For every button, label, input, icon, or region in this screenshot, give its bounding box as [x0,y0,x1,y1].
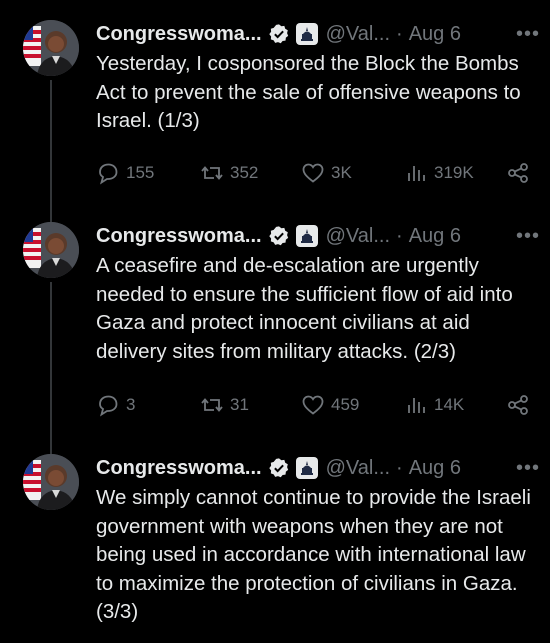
thread-connector [50,282,52,454]
thread-connector [50,80,52,222]
author-name[interactable]: Congresswoma... [96,225,262,248]
repost-count: 352 [230,163,259,182]
reply-count: 3 [126,395,136,414]
separator: · [396,224,403,247]
tweet-date[interactable]: Aug 6 [409,225,461,248]
verified-badge-icon [268,226,288,246]
author-name[interactable]: Congresswoma... [96,23,262,46]
more-icon[interactable]: ••• [516,225,540,248]
reply-count: 155 [126,163,155,182]
share-button[interactable] [506,161,530,185]
tweet-date[interactable]: Aug 6 [409,23,461,46]
more-icon[interactable]: ••• [516,23,540,46]
flag-icon [23,460,41,500]
author-handle[interactable]: @Val... [326,23,390,46]
tweet-header: Congresswoma... @Val... · Aug 6 ••• [96,454,540,482]
share-button[interactable] [506,393,530,417]
tweet-actions: 3 31 459 14K [96,393,532,419]
more-icon[interactable]: ••• [516,457,540,480]
government-affiliation-icon [295,23,318,45]
views-icon [408,398,425,413]
verified-badge-icon [268,458,288,478]
like-count: 459 [331,395,360,414]
reply-icon [99,395,118,417]
flag-icon [23,228,41,268]
like-icon [302,395,324,415]
avatar[interactable] [23,222,79,278]
separator: · [396,456,403,479]
views-count: 319K [434,163,474,182]
government-affiliation-icon [295,457,318,479]
views-count: 14K [434,395,465,414]
tweet-text: Yesterday, I cosponsored the Block the B… [96,52,521,132]
tweet-text: We simply cannot continue to provide the… [96,486,531,623]
repost-button[interactable]: 352 [200,161,258,185]
share-icon [508,163,528,183]
reply-button[interactable]: 155 [96,161,154,185]
views-button[interactable]: 14K [404,393,464,417]
tweet-header: Congresswoma... @Val... · Aug 6 ••• [96,222,540,250]
reply-icon [99,163,118,185]
separator: · [396,22,403,45]
tweet-date[interactable]: Aug 6 [409,457,461,480]
tweet-actions: 155 352 3K 319K [96,161,532,187]
like-button[interactable]: 459 [301,393,359,417]
share-icon [508,395,528,415]
tweet-header: Congresswoma... @Val... · Aug 6 ••• [96,20,540,48]
reply-button[interactable]: 3 [96,393,135,417]
like-button[interactable]: 3K [301,161,352,185]
repost-count: 31 [230,395,249,414]
author-handle[interactable]: @Val... [326,457,390,480]
repost-icon [201,398,223,412]
verified-badge-icon [268,24,288,44]
avatar[interactable] [23,454,79,510]
repost-button[interactable]: 31 [200,393,249,417]
views-button[interactable]: 319K [404,161,474,185]
tweet-text: A ceasefire and de-escalation are urgent… [96,254,513,363]
government-affiliation-icon [295,225,318,247]
author-name[interactable]: Congresswoma... [96,457,262,480]
flag-icon [23,26,41,66]
author-handle[interactable]: @Val... [326,225,390,248]
like-icon [302,163,324,183]
views-icon [408,166,425,181]
like-count: 3K [331,163,352,182]
repost-icon [201,166,223,180]
avatar[interactable] [23,20,79,76]
